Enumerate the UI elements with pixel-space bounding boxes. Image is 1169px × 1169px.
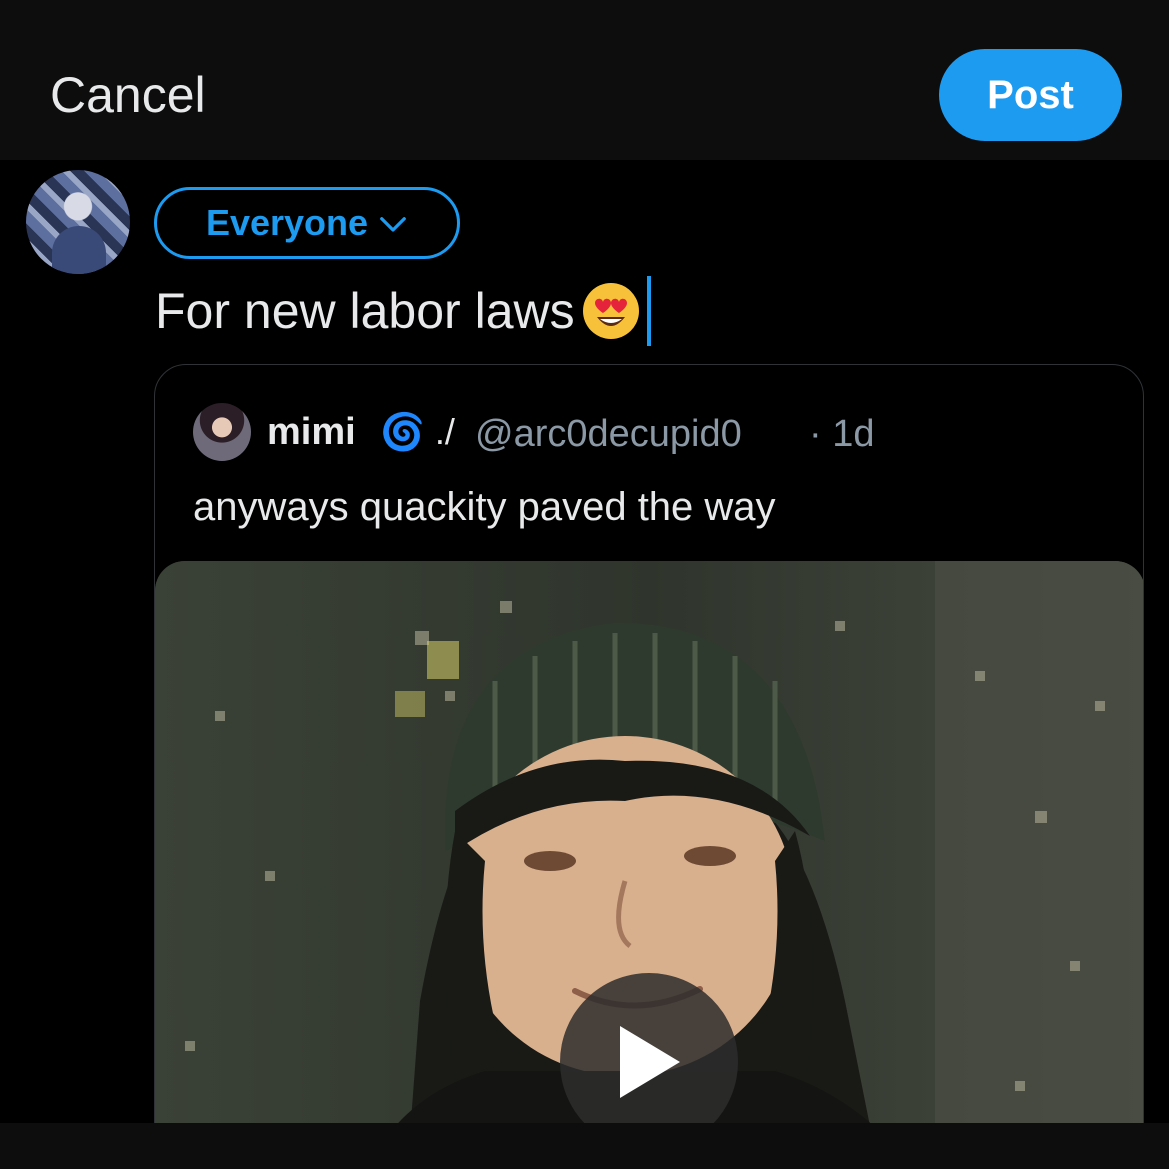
- compose-text-input[interactable]: For new labor laws: [155, 276, 651, 346]
- play-icon: [620, 1026, 680, 1098]
- top-bar: Cancel Post: [0, 0, 1169, 160]
- audience-selector[interactable]: Everyone: [154, 187, 460, 259]
- heart-eyes-emoji-icon: [582, 283, 639, 339]
- quoted-author-handle: @arc0decupid0: [475, 413, 742, 455]
- quoted-video-thumbnail[interactable]: [155, 561, 1143, 1169]
- quoted-author-avatar: [193, 403, 251, 461]
- text-cursor: [646, 276, 651, 346]
- bottom-bar: [0, 1123, 1169, 1169]
- quoted-author-name: mimi: [267, 411, 356, 453]
- cancel-button[interactable]: Cancel: [50, 66, 206, 124]
- chevron-down-icon: [380, 217, 406, 232]
- compose-screen: Cancel Post Everyone For new labor laws …: [0, 0, 1169, 1169]
- quoted-author-name-suffix: 🌀 ./: [380, 411, 455, 452]
- post-button[interactable]: Post: [939, 49, 1122, 141]
- quoted-post-time: · 1d: [809, 413, 875, 455]
- audience-label: Everyone: [205, 202, 369, 243]
- compose-text: For new labor laws: [155, 283, 575, 339]
- user-avatar[interactable]: [26, 170, 130, 274]
- quoted-post-text: anyways quackity paved the way: [193, 485, 776, 529]
- quoted-post-card[interactable]: mimi 🌀 ./ @arc0decupid0 · 1d anyways qua…: [154, 364, 1144, 1169]
